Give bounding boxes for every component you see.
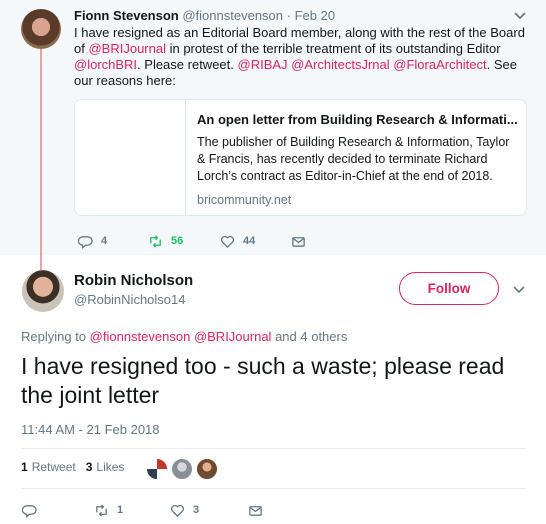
reply-button[interactable]: [22, 502, 45, 518]
like-button[interactable]: 3: [170, 502, 199, 518]
like-count: 44: [243, 235, 256, 247]
mention-link[interactable]: @fionnstevenson: [90, 329, 191, 344]
tweet-text: I have resigned too - such a waste; plea…: [21, 353, 505, 408]
card-title: An open letter from Building Research & …: [197, 112, 517, 127]
likes-label: Likes: [96, 460, 125, 474]
retweet-button[interactable]: 56: [148, 233, 183, 249]
tweet-timestamp[interactable]: 11:44 AM - 21 Feb 2018: [21, 422, 160, 437]
card-description: The publisher of Building Research & Inf…: [197, 135, 510, 183]
retweet-button[interactable]: 1: [94, 502, 123, 518]
reply-button[interactable]: 4: [78, 233, 107, 249]
reply-icon: [22, 504, 37, 518]
like-icon: [171, 504, 184, 517]
mention-link[interactable]: @RIBAJ: [238, 57, 288, 72]
reply-icon: [78, 235, 93, 249]
tweet-stats: 1 Retweet 3 Likes: [21, 460, 134, 474]
tweet-header: Fionn Stevenson @fionnstevenson · Feb 20: [74, 8, 335, 24]
card-thumbnail: [75, 100, 186, 215]
replying-suffix[interactable]: and 4 others: [271, 329, 347, 344]
date-separator: ·: [283, 8, 295, 23]
mention-link[interactable]: @ArchitectsJrnal: [291, 57, 389, 72]
like-icon: [221, 235, 234, 248]
mention-link[interactable]: @lorchBRI: [74, 57, 137, 72]
retweets-count: 1: [21, 460, 28, 474]
message-button[interactable]: [248, 502, 271, 518]
liker-avatars: [146, 458, 221, 480]
replying-to: Replying to @fionnstevenson @BRIJournal …: [21, 329, 347, 344]
divider: [21, 488, 526, 489]
chevron-down-icon[interactable]: [512, 282, 526, 296]
retweets-stat[interactable]: 1 Retweet: [21, 460, 76, 474]
avatar[interactable]: [146, 458, 168, 480]
replying-prefix: Replying to: [21, 329, 90, 344]
tweet-text-segment: in protest of the terrible treatment of …: [165, 41, 501, 56]
mention-link[interactable]: @FloraArchitect: [393, 57, 486, 72]
retweet-count: 1: [117, 504, 124, 516]
follow-button[interactable]: Follow: [399, 272, 499, 305]
like-count: 3: [193, 504, 200, 516]
author-handle[interactable]: @fionnstevenson: [182, 8, 283, 23]
retweets-label: Retweet: [31, 460, 76, 474]
parent-tweet[interactable]: Fionn Stevenson @fionnstevenson · Feb 20…: [0, 0, 546, 270]
tweet-date[interactable]: Feb 20: [295, 8, 335, 23]
avatar[interactable]: [196, 458, 218, 480]
like-button[interactable]: 44: [220, 233, 255, 249]
retweet-count: 56: [171, 235, 184, 247]
message-icon: [249, 505, 262, 516]
mention-link[interactable]: @BRIJournal: [88, 41, 166, 56]
avatar[interactable]: [21, 9, 61, 49]
tweet-text-segment: . Please retweet.: [137, 57, 238, 72]
likes-stat[interactable]: 3 Likes: [86, 460, 125, 474]
card-body: An open letter from Building Research & …: [197, 112, 517, 207]
likes-count: 3: [85, 460, 93, 474]
link-card[interactable]: An open letter from Building Research & …: [74, 99, 527, 216]
message-button[interactable]: [291, 233, 314, 249]
mention-link[interactable]: @BRIJournal: [194, 329, 272, 344]
retweet-icon: [150, 234, 161, 248]
message-icon: [292, 236, 305, 247]
author-name[interactable]: Fionn Stevenson: [74, 8, 179, 23]
thread-line: [40, 48, 42, 270]
reply-count: 4: [101, 235, 108, 247]
avatar[interactable]: [171, 458, 193, 480]
chevron-down-icon[interactable]: [513, 8, 527, 22]
card-domain: bricommunity.net: [197, 193, 292, 207]
avatar[interactable]: [22, 270, 64, 312]
divider: [21, 448, 526, 449]
author-handle[interactable]: @RobinNicholso14: [74, 292, 185, 307]
author-name[interactable]: Robin Nicholson: [74, 272, 193, 289]
retweet-icon: [96, 503, 107, 517]
tweet-text: I have resigned as an Editorial Board me…: [74, 25, 530, 89]
